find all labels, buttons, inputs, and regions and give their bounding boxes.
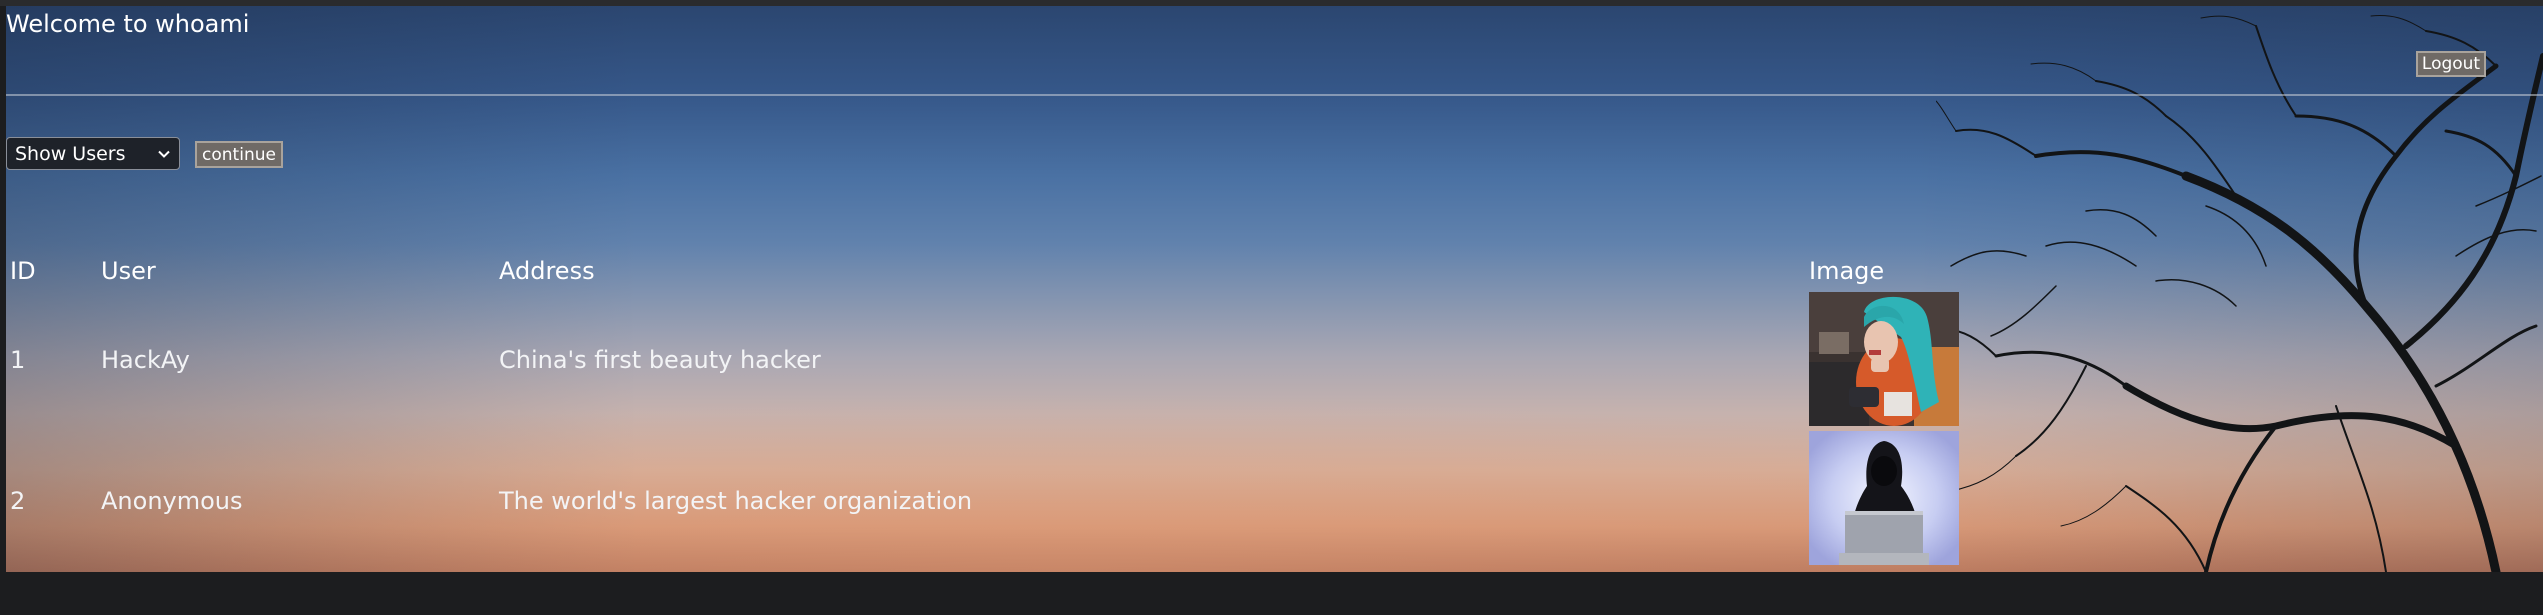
continue-button[interactable]: continue bbox=[195, 141, 283, 168]
row-1-address: China's first beauty hacker bbox=[499, 346, 821, 374]
welcome-title: Welcome to whoami bbox=[6, 10, 250, 38]
column-header-address: Address bbox=[499, 257, 595, 285]
row-1-user: HackAy bbox=[101, 346, 190, 374]
column-header-user: User bbox=[101, 257, 156, 285]
row-1-id: 1 bbox=[10, 346, 26, 374]
chevron-down-icon bbox=[158, 150, 170, 158]
column-header-id: ID bbox=[10, 257, 36, 285]
logout-button[interactable]: Logout bbox=[2416, 51, 2486, 77]
view-select-value: Show Users bbox=[15, 142, 126, 165]
header-divider bbox=[6, 94, 2543, 96]
page-viewport: Welcome to whoami Logout Show Users cont… bbox=[6, 6, 2543, 572]
hacker-portrait-image bbox=[1809, 292, 1959, 426]
row-2-id: 2 bbox=[10, 487, 26, 515]
row-2-user: Anonymous bbox=[101, 487, 243, 515]
row-2-address: The world's largest hacker organization bbox=[499, 487, 973, 515]
column-header-image: Image bbox=[1809, 257, 1885, 285]
tree-silhouette-background bbox=[1936, 15, 2543, 572]
hooded-hacker-laptop-image bbox=[1809, 431, 1959, 565]
view-select-dropdown[interactable]: Show Users bbox=[6, 137, 180, 170]
